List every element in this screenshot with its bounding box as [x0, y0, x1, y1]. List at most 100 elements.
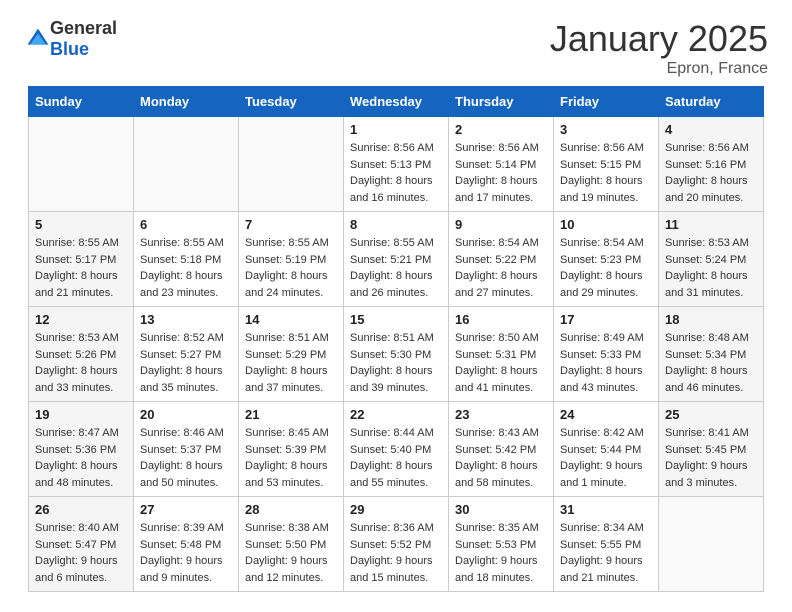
day-info: Sunrise: 8:44 AMSunset: 5:40 PMDaylight:…	[350, 425, 442, 491]
calendar-day-cell: 14 Sunrise: 8:51 AMSunset: 5:29 PMDayligh…	[239, 307, 344, 402]
day-number: 31	[560, 502, 652, 517]
calendar-day-cell: 30 Sunrise: 8:35 AMSunset: 5:53 PMDayligh…	[449, 497, 554, 592]
day-info: Sunrise: 8:56 AMSunset: 5:13 PMDaylight:…	[350, 140, 442, 206]
day-number: 20	[140, 407, 232, 422]
day-number: 26	[35, 502, 127, 517]
calendar-day-cell: 7Sunrise: 8:55 AMSunset: 5:19 PMDaylight…	[239, 212, 344, 307]
calendar-day-cell: 15 Sunrise: 8:51 AMSunset: 5:30 PMDayligh…	[344, 307, 449, 402]
col-friday: Friday	[554, 87, 659, 117]
calendar-day-cell: 27Sunrise: 8:39 AMSunset: 5:48 PMDayligh…	[134, 497, 239, 592]
day-info: Sunrise: 8:38 AMSunset: 5:50 PMDaylight:…	[245, 520, 337, 586]
calendar-week-5: 26 Sunrise: 8:40 AMSunset: 5:47 PMDayligh…	[29, 497, 764, 592]
day-info: Sunrise: 8:53 AMSunset: 5:26 PMDaylight:…	[35, 330, 127, 396]
day-number: 21	[245, 407, 337, 422]
day-number: 11	[665, 217, 757, 232]
day-info: Sunrise: 8:43 AMSunset: 5:42 PMDaylight:…	[455, 425, 547, 491]
day-number: 24	[560, 407, 652, 422]
day-number: 16	[455, 312, 547, 327]
calendar-week-1: 1 Sunrise: 8:56 AMSunset: 5:13 PMDaylight…	[29, 117, 764, 212]
day-number: 6	[140, 217, 232, 232]
day-number: 10	[560, 217, 652, 232]
col-monday: Monday	[134, 87, 239, 117]
day-info: Sunrise: 8:40 AMSunset: 5:47 PMDaylight:…	[35, 520, 127, 586]
calendar-day-cell: 17Sunrise: 8:49 AMSunset: 5:33 PMDayligh…	[554, 307, 659, 402]
calendar-day-cell	[659, 497, 764, 592]
day-info: Sunrise: 8:54 AMSunset: 5:23 PMDaylight:…	[560, 235, 652, 301]
day-info: Sunrise: 8:55 AMSunset: 5:18 PMDaylight:…	[140, 235, 232, 301]
calendar-day-cell: 5Sunrise: 8:55 AMSunset: 5:17 PMDaylight…	[29, 212, 134, 307]
day-info: Sunrise: 8:55 AMSunset: 5:19 PMDaylight:…	[245, 235, 337, 301]
day-number: 18	[665, 312, 757, 327]
col-thursday: Thursday	[449, 87, 554, 117]
calendar-day-cell: 3Sunrise: 8:56 AMSunset: 5:15 PMDaylight…	[554, 117, 659, 212]
day-number: 9	[455, 217, 547, 232]
day-number: 5	[35, 217, 127, 232]
calendar-day-cell: 6 Sunrise: 8:55 AMSunset: 5:18 PMDaylight…	[134, 212, 239, 307]
calendar-day-cell: 31 Sunrise: 8:34 AMSunset: 5:55 PMDayligh…	[554, 497, 659, 592]
calendar-day-cell	[239, 117, 344, 212]
logo: General Blue	[24, 18, 117, 60]
day-number: 8	[350, 217, 442, 232]
day-info: Sunrise: 8:42 AMSunset: 5:44 PMDaylight:…	[560, 425, 652, 491]
day-number: 14	[245, 312, 337, 327]
calendar-day-cell: 23 Sunrise: 8:43 AMSunset: 5:42 PMDayligh…	[449, 402, 554, 497]
calendar-day-cell	[29, 117, 134, 212]
calendar-header-row: Sunday Monday Tuesday Wednesday Thursday…	[29, 87, 764, 117]
calendar-week-2: 5Sunrise: 8:55 AMSunset: 5:17 PMDaylight…	[29, 212, 764, 307]
day-number: 30	[455, 502, 547, 517]
day-info: Sunrise: 8:47 AMSunset: 5:36 PMDaylight:…	[35, 425, 127, 491]
day-number: 29	[350, 502, 442, 517]
header: General Blue January 2025 Epron, France	[0, 0, 792, 86]
day-number: 22	[350, 407, 442, 422]
calendar-day-cell: 11 Sunrise: 8:53 AMSunset: 5:24 PMDayligh…	[659, 212, 764, 307]
day-info: Sunrise: 8:50 AMSunset: 5:31 PMDaylight:…	[455, 330, 547, 396]
day-info: Sunrise: 8:56 AMSunset: 5:16 PMDaylight:…	[665, 140, 757, 206]
day-info: Sunrise: 8:51 AMSunset: 5:29 PMDaylight:…	[245, 330, 337, 396]
day-number: 15	[350, 312, 442, 327]
day-number: 3	[560, 122, 652, 137]
day-info: Sunrise: 8:46 AMSunset: 5:37 PMDaylight:…	[140, 425, 232, 491]
calendar-day-cell: 1 Sunrise: 8:56 AMSunset: 5:13 PMDaylight…	[344, 117, 449, 212]
calendar-day-cell: 8 Sunrise: 8:55 AMSunset: 5:21 PMDaylight…	[344, 212, 449, 307]
title-block: January 2025 Epron, France	[550, 18, 768, 78]
day-info: Sunrise: 8:51 AMSunset: 5:30 PMDaylight:…	[350, 330, 442, 396]
calendar-wrapper: Sunday Monday Tuesday Wednesday Thursday…	[0, 86, 792, 606]
calendar-day-cell: 21 Sunrise: 8:45 AMSunset: 5:39 PMDayligh…	[239, 402, 344, 497]
day-number: 12	[35, 312, 127, 327]
day-info: Sunrise: 8:48 AMSunset: 5:34 PMDaylight:…	[665, 330, 757, 396]
day-number: 28	[245, 502, 337, 517]
day-info: Sunrise: 8:56 AMSunset: 5:14 PMDaylight:…	[455, 140, 547, 206]
calendar-day-cell: 22 Sunrise: 8:44 AMSunset: 5:40 PMDayligh…	[344, 402, 449, 497]
day-info: Sunrise: 8:34 AMSunset: 5:55 PMDaylight:…	[560, 520, 652, 586]
col-saturday: Saturday	[659, 87, 764, 117]
day-info: Sunrise: 8:36 AMSunset: 5:52 PMDaylight:…	[350, 520, 442, 586]
calendar-day-cell: 10 Sunrise: 8:54 AMSunset: 5:23 PMDayligh…	[554, 212, 659, 307]
day-info: Sunrise: 8:52 AMSunset: 5:27 PMDaylight:…	[140, 330, 232, 396]
calendar-day-cell: 29 Sunrise: 8:36 AMSunset: 5:52 PMDayligh…	[344, 497, 449, 592]
day-number: 1	[350, 122, 442, 137]
day-info: Sunrise: 8:53 AMSunset: 5:24 PMDaylight:…	[665, 235, 757, 301]
calendar-table: Sunday Monday Tuesday Wednesday Thursday…	[28, 86, 764, 592]
day-number: 23	[455, 407, 547, 422]
calendar-day-cell: 19 Sunrise: 8:47 AMSunset: 5:36 PMDayligh…	[29, 402, 134, 497]
day-info: Sunrise: 8:49 AMSunset: 5:33 PMDaylight:…	[560, 330, 652, 396]
calendar-day-cell: 13Sunrise: 8:52 AMSunset: 5:27 PMDayligh…	[134, 307, 239, 402]
month-title: January 2025	[550, 18, 768, 60]
day-number: 2	[455, 122, 547, 137]
calendar-day-cell: 25Sunrise: 8:41 AMSunset: 5:45 PMDayligh…	[659, 402, 764, 497]
calendar-day-cell: 18 Sunrise: 8:48 AMSunset: 5:34 PMDayligh…	[659, 307, 764, 402]
calendar-day-cell: 20 Sunrise: 8:46 AMSunset: 5:37 PMDayligh…	[134, 402, 239, 497]
calendar-day-cell: 16 Sunrise: 8:50 AMSunset: 5:31 PMDayligh…	[449, 307, 554, 402]
day-number: 19	[35, 407, 127, 422]
logo-icon	[26, 27, 50, 51]
logo-general-text: General	[50, 18, 117, 38]
day-info: Sunrise: 8:45 AMSunset: 5:39 PMDaylight:…	[245, 425, 337, 491]
calendar-day-cell: 28 Sunrise: 8:38 AMSunset: 5:50 PMDayligh…	[239, 497, 344, 592]
calendar-day-cell: 2 Sunrise: 8:56 AMSunset: 5:14 PMDaylight…	[449, 117, 554, 212]
day-info: Sunrise: 8:35 AMSunset: 5:53 PMDaylight:…	[455, 520, 547, 586]
calendar-day-cell: 4Sunrise: 8:56 AMSunset: 5:16 PMDaylight…	[659, 117, 764, 212]
calendar-week-3: 12 Sunrise: 8:53 AMSunset: 5:26 PMDayligh…	[29, 307, 764, 402]
col-wednesday: Wednesday	[344, 87, 449, 117]
col-sunday: Sunday	[29, 87, 134, 117]
day-info: Sunrise: 8:55 AMSunset: 5:21 PMDaylight:…	[350, 235, 442, 301]
